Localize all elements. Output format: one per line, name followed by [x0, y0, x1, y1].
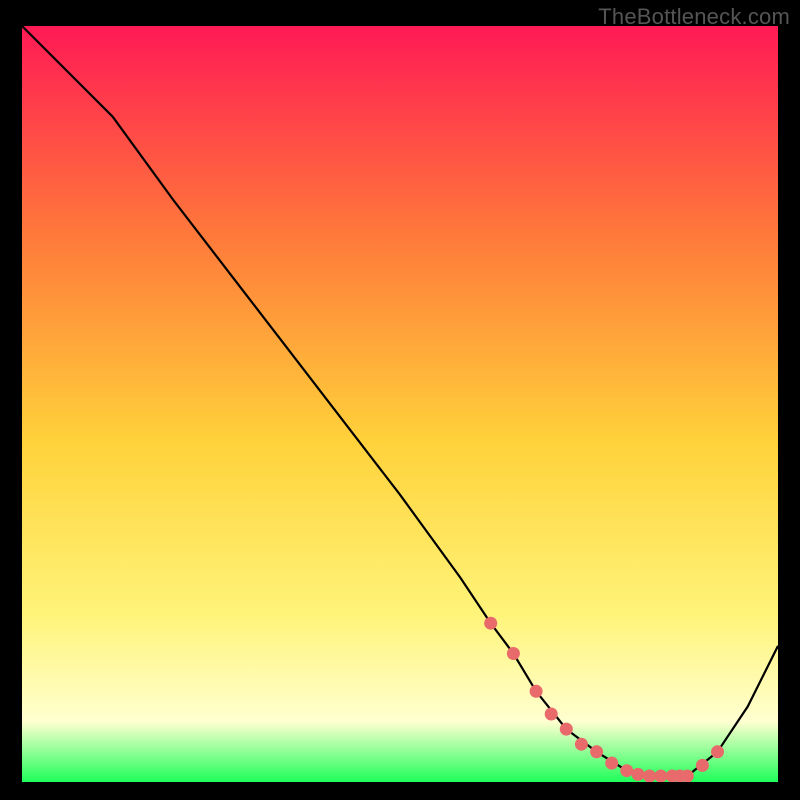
marker-dot — [605, 757, 618, 770]
marker-dot — [696, 759, 709, 772]
marker-dot — [681, 770, 694, 783]
marker-dot — [560, 723, 573, 736]
marker-dot — [632, 768, 645, 781]
marker-dot — [590, 745, 603, 758]
marker-dot — [484, 617, 497, 630]
marker-dot — [654, 770, 667, 783]
marker-dot — [530, 685, 543, 698]
plot-area — [22, 26, 778, 782]
marker-dot — [545, 708, 558, 721]
marker-dot — [711, 745, 724, 758]
gradient-background — [22, 26, 778, 782]
marker-dot — [575, 738, 588, 751]
marker-dot — [643, 770, 656, 783]
marker-dot — [507, 647, 520, 660]
chart-svg — [22, 26, 778, 782]
marker-dot — [620, 764, 633, 777]
chart-frame: TheBottleneck.com — [0, 0, 800, 800]
watermark-text: TheBottleneck.com — [598, 4, 790, 30]
